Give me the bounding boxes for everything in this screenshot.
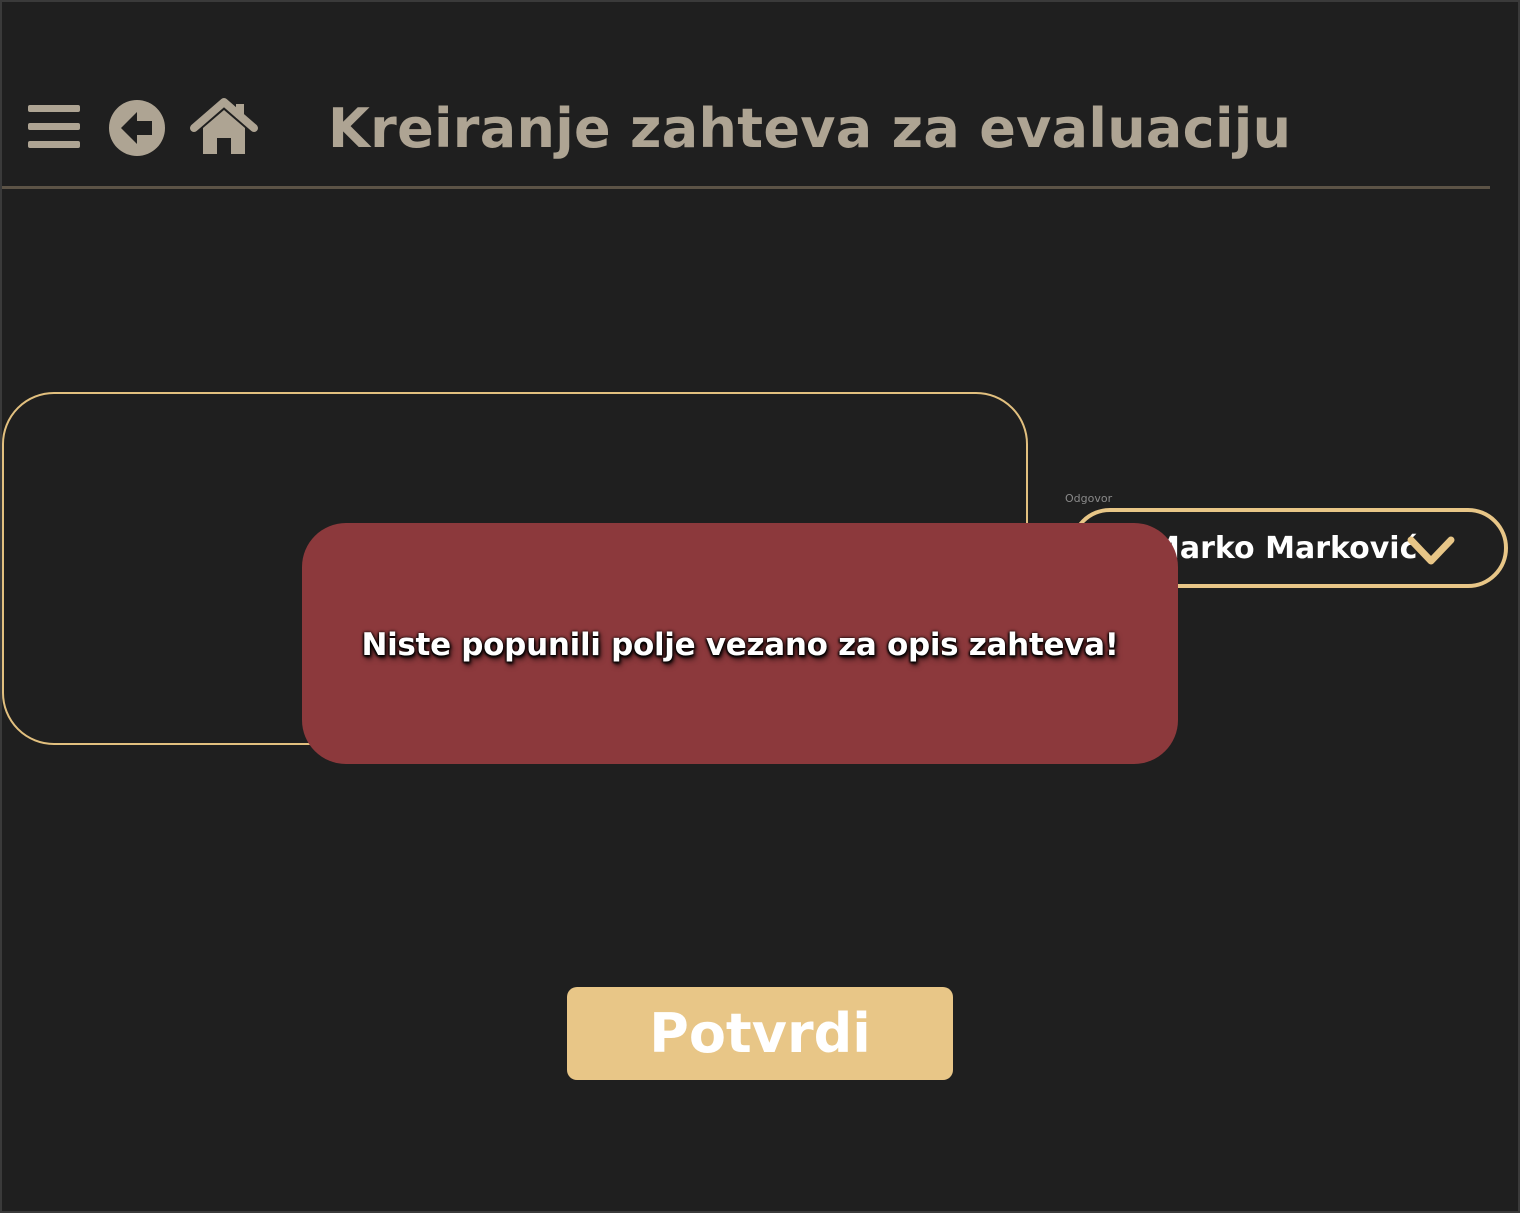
dropdown-selected-value: Marko Marković — [1150, 531, 1418, 566]
back-icon[interactable] — [108, 99, 166, 157]
app-window: Kreiranje zahteva za evaluaciju Odgovor … — [0, 0, 1520, 1213]
page-title: Kreiranje zahteva za evaluaciju — [328, 97, 1292, 160]
chevron-down-icon[interactable] — [1406, 534, 1456, 568]
error-message: Niste popunili polje vezano za opis zaht… — [361, 627, 1119, 663]
home-icon[interactable] — [190, 98, 258, 156]
dropdown-label: Odgovor — [1065, 492, 1113, 505]
header-divider — [2, 186, 1490, 189]
menu-icon[interactable] — [28, 103, 80, 151]
error-toast: Niste popunili polje vezano za opis zaht… — [302, 523, 1178, 764]
confirm-button[interactable]: Potvrdi — [567, 987, 953, 1080]
